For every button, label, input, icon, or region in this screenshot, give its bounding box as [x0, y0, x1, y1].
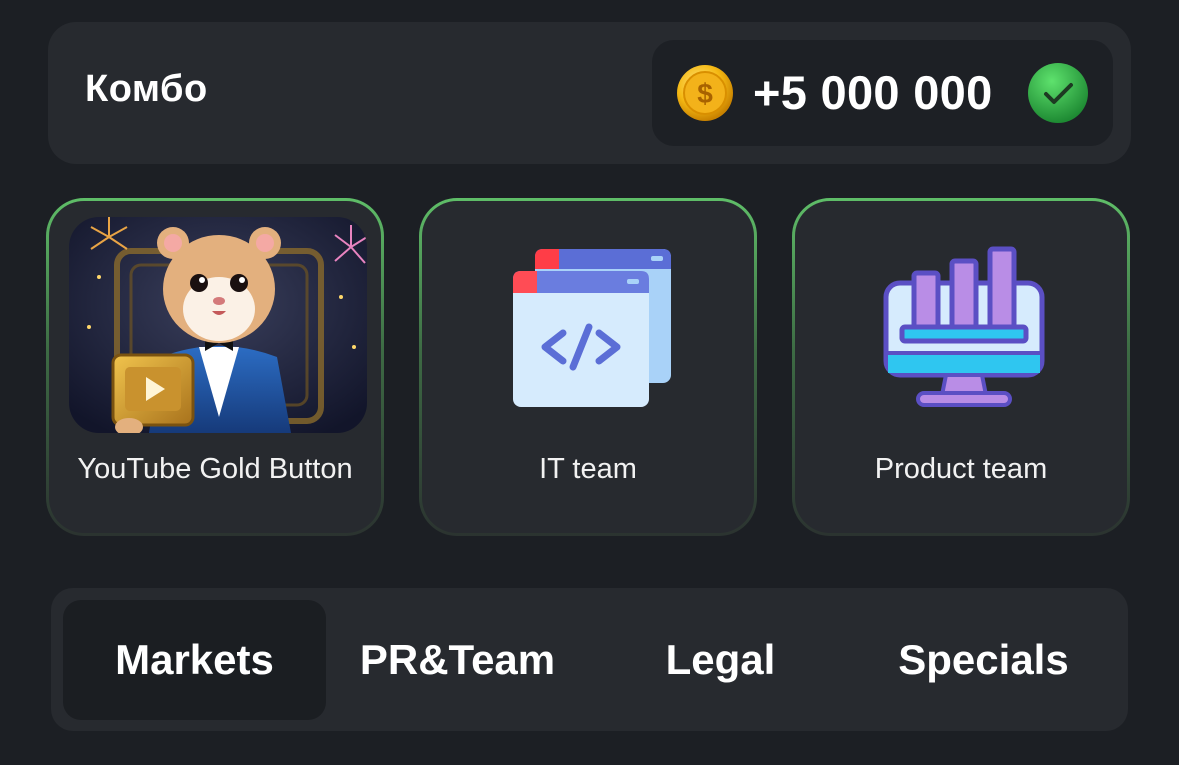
code-windows-icon — [513, 249, 671, 407]
combo-reward-box: $ +5 000 000 — [652, 40, 1113, 146]
svg-text:$: $ — [697, 78, 713, 109]
combo-card-it-team[interactable]: IT team — [419, 198, 757, 536]
hamster-gold-button-image — [69, 217, 367, 433]
card-label: Product team — [874, 453, 1048, 485]
combo-card-youtube-gold-button[interactable]: YouTube Gold Button — [46, 198, 384, 536]
combo-panel: Комбо $ +5 000 000 — [48, 22, 1131, 164]
bar-chart-monitor-icon — [883, 246, 1045, 407]
tab-markets[interactable]: Markets — [63, 600, 326, 720]
category-tabs: Markets PR&Team Legal Specials — [51, 588, 1128, 731]
card-label: YouTube Gold Button — [77, 453, 353, 485]
tab-specials[interactable]: Specials — [852, 600, 1115, 720]
combo-title: Комбо — [85, 68, 208, 110]
combo-card-product-team[interactable]: Product team — [792, 198, 1130, 536]
tab-legal[interactable]: Legal — [589, 600, 852, 720]
check-icon — [1028, 63, 1088, 123]
tab-pr-team[interactable]: PR&Team — [326, 600, 589, 720]
gold-coin-icon: $ — [677, 65, 733, 121]
combo-reward-amount: +5 000 000 — [753, 66, 993, 119]
card-label: IT team — [539, 453, 637, 485]
